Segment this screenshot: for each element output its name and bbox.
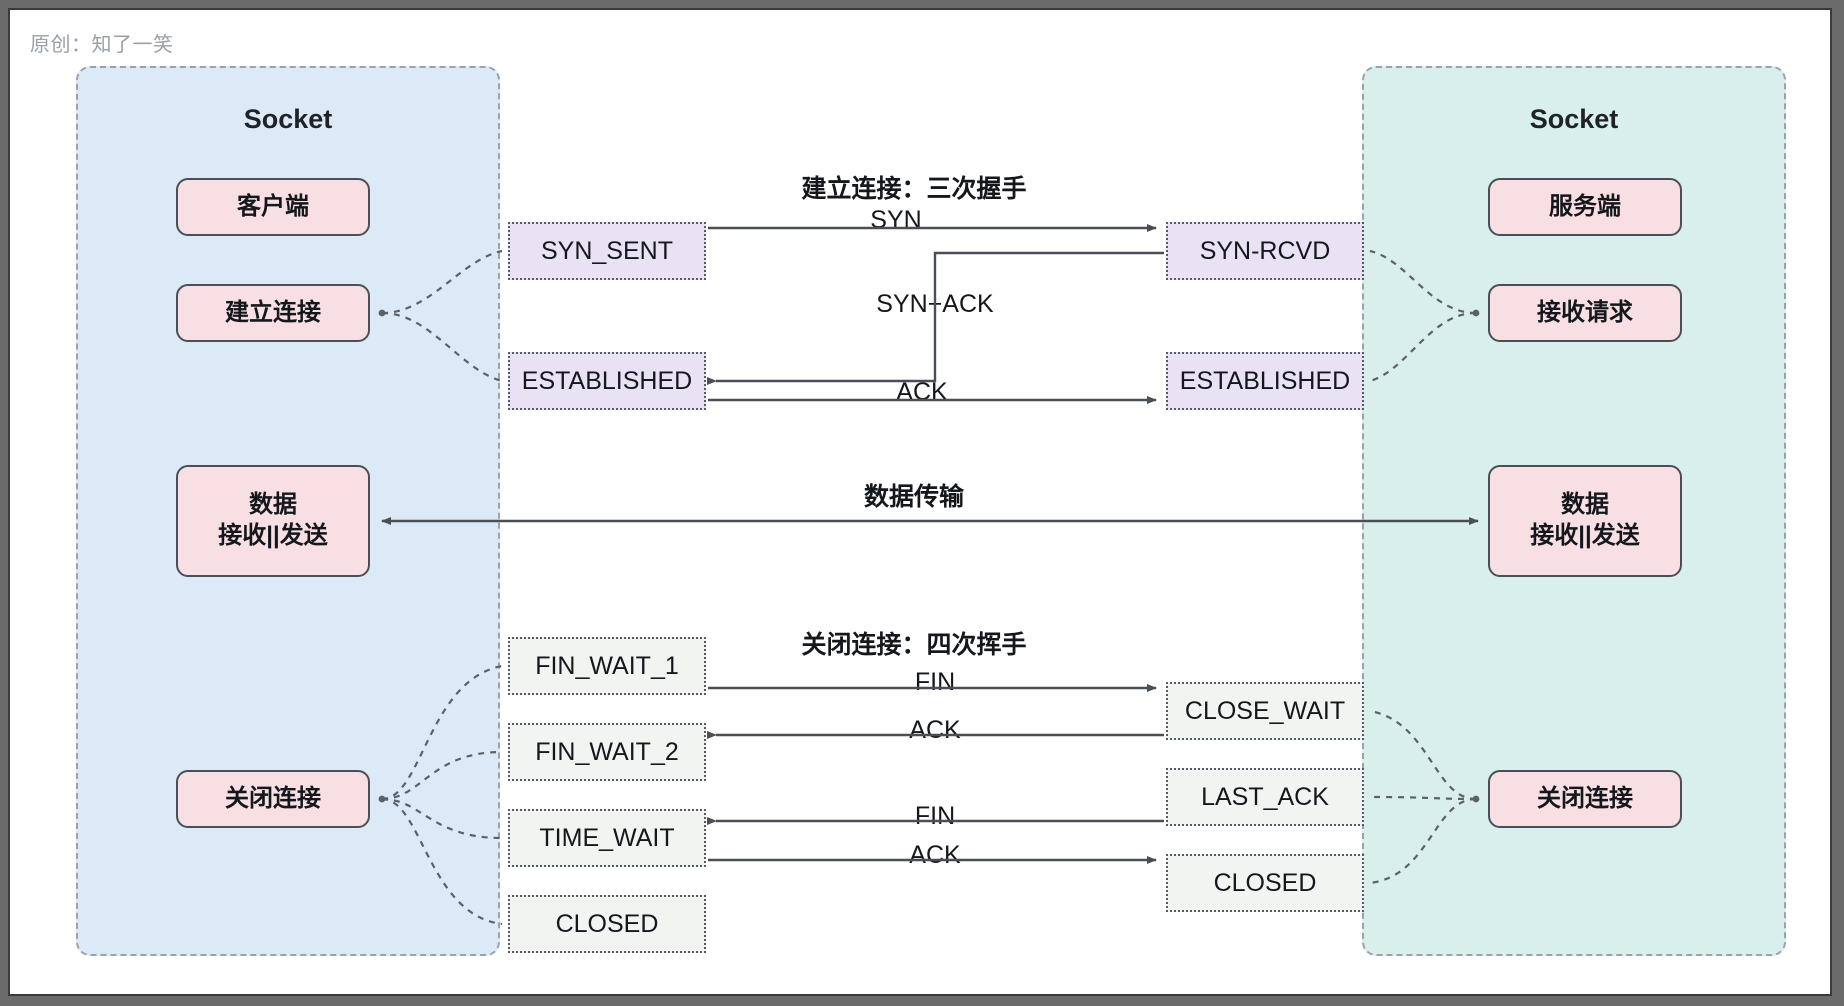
role-server: 服务端 <box>1488 178 1682 236</box>
role-client-close: 关闭连接 <box>176 770 370 828</box>
role-server-data-line2: 接收||发送 <box>1530 522 1640 549</box>
flow-label-syn-ack: SYN+ACK <box>876 290 994 318</box>
flow-label-fin-1: FIN <box>906 668 964 697</box>
role-client-connect: 建立连接 <box>176 284 370 342</box>
flow-label-syn: SYN <box>862 206 930 235</box>
diagram-frame: 原创：知了一笑 Socket 客户端 建立连接 数据 接收||发送 关闭连接 S… <box>8 8 1832 996</box>
state-server-established: ESTABLISHED <box>1166 352 1364 410</box>
state-client-syn-sent: SYN_SENT <box>508 222 706 280</box>
flow-label-ack-1: ACK <box>901 716 969 745</box>
role-client-data: 数据 接收||发送 <box>176 465 370 577</box>
role-client-data-line2: 接收||发送 <box>218 522 328 549</box>
section-title-teardown: 关闭连接：四次挥手 <box>801 631 1027 659</box>
client-panel-title: Socket <box>243 104 333 134</box>
role-client: 客户端 <box>176 178 370 236</box>
flow-label-ack: ACK <box>888 378 956 407</box>
state-server-syn-rcvd: SYN-RCVD <box>1166 222 1364 280</box>
role-server-data-line1: 数据 <box>1561 491 1609 519</box>
section-title-transfer: 数据传输 <box>863 483 964 511</box>
state-client-fin-wait-1: FIN_WAIT_1 <box>508 637 706 695</box>
section-title-handshake: 建立连接：三次握手 <box>801 175 1027 203</box>
state-client-time-wait: TIME_WAIT <box>508 809 706 867</box>
flow-label-fin-2: FIN <box>906 802 964 831</box>
role-client-data-line1: 数据 <box>249 491 297 519</box>
flow-label-ack-2: ACK <box>901 841 969 870</box>
credit-text: 原创：知了一笑 <box>30 34 174 56</box>
state-client-established: ESTABLISHED <box>508 352 706 410</box>
role-server-accept: 接收请求 <box>1488 284 1682 342</box>
state-client-closed: CLOSED <box>508 895 706 953</box>
server-panel-title: Socket <box>1529 104 1619 134</box>
role-server-close: 关闭连接 <box>1488 770 1682 828</box>
state-server-closed: CLOSED <box>1166 854 1364 912</box>
state-client-fin-wait-2: FIN_WAIT_2 <box>508 723 706 781</box>
diagram-canvas: 原创：知了一笑 Socket 客户端 建立连接 数据 接收||发送 关闭连接 S… <box>10 10 1830 994</box>
state-server-close-wait: CLOSE_WAIT <box>1166 682 1364 740</box>
state-server-last-ack: LAST_ACK <box>1166 768 1364 826</box>
role-server-data: 数据 接收||发送 <box>1488 465 1682 577</box>
